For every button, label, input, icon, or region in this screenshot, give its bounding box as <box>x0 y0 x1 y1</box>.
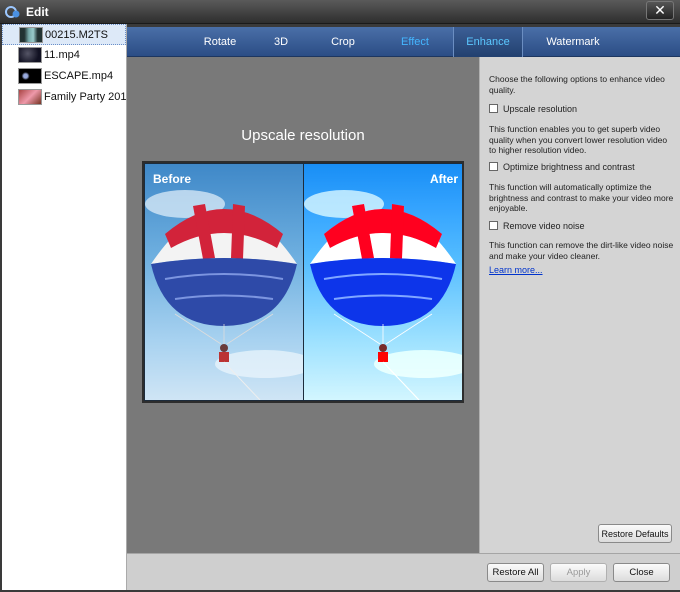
restore-all-button[interactable]: Restore All <box>487 563 544 582</box>
app-logo-icon <box>5 6 20 18</box>
video-thumbnail <box>19 27 43 43</box>
checkbox-icon[interactable] <box>489 162 498 171</box>
tab-effect[interactable]: Effect <box>385 27 445 57</box>
remove-noise-checkbox[interactable]: Remove video noise <box>489 220 585 233</box>
tab-crop[interactable]: Crop <box>317 27 369 57</box>
window-close-button[interactable]: ✕ <box>646 1 674 20</box>
file-name: Family Party 201... <box>44 91 126 103</box>
checkbox-icon[interactable] <box>489 221 498 230</box>
apply-button[interactable]: Apply <box>550 563 607 582</box>
tab-rotate[interactable]: Rotate <box>189 27 251 57</box>
file-list: 00215.M2TS 11.mp4 ESCAPE.mp4 Family Part… <box>0 24 127 590</box>
learn-more-link[interactable]: Learn more... <box>489 265 543 275</box>
close-icon: ✕ <box>654 2 666 18</box>
brightness-description: This function will automatically optimiz… <box>489 182 674 213</box>
upscale-resolution-checkbox[interactable]: Upscale resolution <box>489 103 577 116</box>
noise-description: This function can remove the dirt-like v… <box>489 240 674 261</box>
file-item-0[interactable]: 00215.M2TS <box>2 24 126 45</box>
file-name: ESCAPE.mp4 <box>44 70 114 82</box>
checkbox-label: Optimize brightness and contrast <box>503 162 635 172</box>
file-name: 00215.M2TS <box>45 29 108 41</box>
footer-bar: Restore All Apply Close <box>127 553 680 590</box>
checkbox-icon[interactable] <box>489 104 498 113</box>
after-label: After <box>429 172 458 186</box>
checkbox-label: Remove video noise <box>503 221 585 231</box>
tab-3d[interactable]: 3D <box>258 27 304 57</box>
after-preview: After <box>304 164 462 400</box>
preview-title: Upscale resolution <box>241 127 365 144</box>
upscale-description: This function enables you to get superb … <box>489 124 668 155</box>
file-item-3[interactable]: Family Party 201... <box>2 87 126 108</box>
window-title: Edit <box>26 5 49 19</box>
optimize-brightness-checkbox[interactable]: Optimize brightness and contrast <box>489 161 635 174</box>
enhance-options-panel: Choose the following options to enhance … <box>479 57 680 553</box>
edit-tab-bar: Rotate 3D Crop Effect Enhance Watermark <box>127 27 680 57</box>
file-name: 11.mp4 <box>44 49 80 61</box>
video-thumbnail <box>18 68 42 84</box>
before-after-frame: Before After <box>142 161 464 403</box>
tab-enhance[interactable]: Enhance <box>453 27 523 57</box>
preview-area: Upscale resolution Before After <box>127 57 479 553</box>
close-button[interactable]: Close <box>613 563 670 582</box>
video-thumbnail <box>18 47 42 63</box>
before-preview: Before <box>145 164 303 400</box>
parachute-image <box>145 190 303 400</box>
tab-watermark[interactable]: Watermark <box>533 27 613 57</box>
checkbox-label: Upscale resolution <box>503 104 578 114</box>
options-intro: Choose the following options to enhance … <box>489 74 665 95</box>
file-item-2[interactable]: ESCAPE.mp4 <box>2 66 126 87</box>
restore-defaults-button[interactable]: Restore Defaults <box>598 524 672 543</box>
video-thumbnail <box>18 89 42 105</box>
parachute-image <box>304 190 462 400</box>
file-item-1[interactable]: 11.mp4 <box>2 45 126 66</box>
title-bar: Edit ✕ <box>0 0 680 24</box>
before-label: Before <box>153 172 192 186</box>
